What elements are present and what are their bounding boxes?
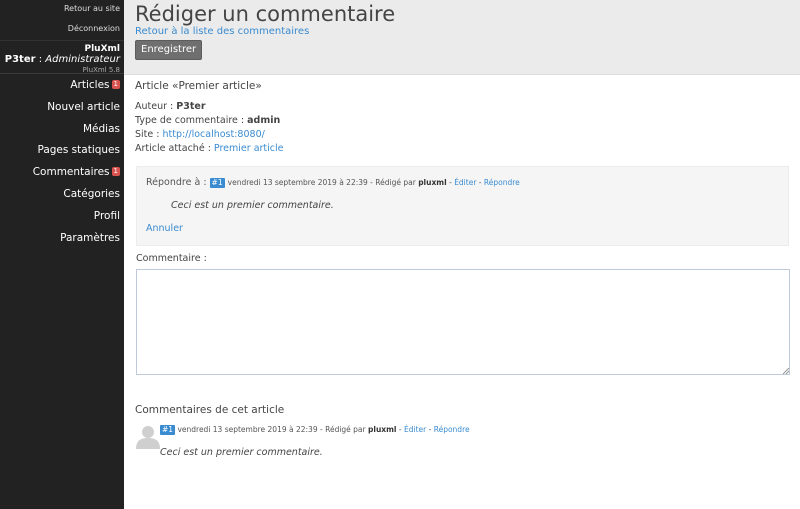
reply-label: Répondre à : (146, 177, 210, 188)
sidebar: Retour au site Déconnexion PluXml P3ter … (0, 0, 124, 509)
attached-label: Article attaché : (135, 143, 214, 154)
written-by-label: - Rédigé par (367, 178, 419, 187)
written-by-label: - Rédigé par (317, 425, 368, 434)
comment-textarea[interactable] (136, 269, 790, 375)
comment-field-label: Commentaire : (136, 253, 207, 264)
sidebar-item-static-pages[interactable]: Pages statiques (0, 143, 124, 165)
article-heading: Article «Premier article» (135, 80, 262, 92)
edit-link[interactable]: Éditer (454, 178, 476, 187)
reply-to-box: Répondre à : #1 vendredi 13 septembre 20… (136, 166, 789, 246)
sidebar-item-label: Profil (93, 209, 120, 222)
reply-meta: vendredi 13 septembre 2019 à 22:39 - Réd… (228, 178, 520, 187)
avatar (135, 423, 161, 449)
reply-comment-text: Ceci est un premier commentaire. (171, 200, 334, 211)
sidebar-item-label: Commentaires (32, 166, 110, 179)
comment-text: Ceci est un premier commentaire. (160, 447, 323, 458)
site-label: Site : (135, 129, 163, 140)
comment-author: pluxml (368, 425, 397, 434)
page-header: Rédiger un commentaire Retour à la liste… (124, 0, 800, 75)
articles-count-badge: 1 (111, 80, 120, 89)
main-content: Article «Premier article» Auteur : P3ter… (124, 76, 800, 509)
sidebar-item-settings[interactable]: Paramètres (0, 231, 124, 253)
author-label: Auteur : (135, 101, 177, 112)
comment-number-badge[interactable]: #1 (209, 178, 225, 188)
sidebar-item-categories[interactable]: Catégories (0, 187, 124, 209)
attached-article-link[interactable]: Premier article (214, 143, 284, 154)
page-title: Rédiger un commentaire (135, 2, 396, 26)
site-line: Site : http://localhost:8080/ (135, 128, 284, 142)
type-value: admin (247, 115, 281, 126)
sidebar-item-profile[interactable]: Profil (0, 209, 124, 231)
separator: - (476, 178, 484, 187)
back-to-comments-link[interactable]: Retour à la liste des commentaires (135, 26, 309, 37)
user-separator: : (35, 54, 46, 65)
sidebar-nav: Articles 1 Nouvel article Médias Pages st… (0, 78, 124, 252)
author-line: Auteur : P3ter (135, 100, 284, 114)
sidebar-item-label: Nouvel article (47, 100, 120, 113)
back-to-site-link[interactable]: Retour au site (0, 3, 124, 23)
comment-date: vendredi 13 septembre 2019 à 22:39 (227, 178, 368, 187)
reply-link[interactable]: Répondre (484, 178, 520, 187)
user-line: P3ter : Administrateur (4, 54, 120, 65)
sidebar-item-comments[interactable]: Commentaires 1 (0, 165, 124, 187)
sidebar-item-label: Pages statiques (37, 144, 120, 157)
profile-block: PluXml P3ter : Administrateur PluXml 5.8 (0, 40, 124, 74)
comment-number-badge[interactable]: #1 (160, 425, 176, 435)
author-value: P3ter (176, 101, 206, 112)
user-name: P3ter (4, 54, 36, 65)
app-version: PluXml 5.8 (82, 66, 120, 74)
user-role: Administrateur (45, 54, 120, 65)
reply-link[interactable]: Répondre (434, 425, 470, 434)
edit-link[interactable]: Éditer (404, 425, 426, 434)
comments-count-badge: 1 (111, 167, 120, 177)
reply-header: Répondre à : #1 vendredi 13 septembre 20… (146, 177, 520, 188)
comment-date: vendredi 13 septembre 2019 à 22:39 (177, 425, 318, 434)
sidebar-item-label: Catégories (63, 187, 120, 200)
comment-meta: #1 vendredi 13 septembre 2019 à 22:39 - … (160, 425, 470, 435)
list-item: #1 vendredi 13 septembre 2019 à 22:39 - … (135, 421, 775, 465)
type-label: Type de commentaire : (135, 115, 248, 126)
type-line: Type de commentaire : admin (135, 114, 284, 128)
top-links: Retour au site Déconnexion (0, 0, 124, 43)
comment-author: pluxml (418, 178, 447, 187)
app-name: PluXml (84, 44, 121, 54)
attached-article-line: Article attaché : Premier article (135, 142, 284, 156)
resize-handle[interactable] (783, 368, 789, 374)
sidebar-item-label: Paramètres (60, 231, 120, 244)
separator: - (396, 425, 404, 434)
separator: - (426, 425, 434, 434)
comment-meta-info: Auteur : P3ter Type de commentaire : adm… (135, 100, 284, 156)
sidebar-item-label: Articles (70, 79, 110, 91)
sidebar-item-label: Médias (82, 122, 120, 135)
user-silhouette-icon (136, 426, 160, 449)
cancel-reply-link[interactable]: Annuler (146, 223, 183, 234)
sidebar-item-media[interactable]: Médias (0, 122, 124, 144)
save-button[interactable]: Enregistrer (135, 40, 203, 60)
site-link[interactable]: http://localhost:8080/ (162, 129, 264, 140)
sidebar-item-articles[interactable]: Articles 1 (0, 78, 124, 100)
comments-section-title: Commentaires de cet article (135, 404, 285, 416)
sidebar-item-new-article[interactable]: Nouvel article (0, 100, 124, 122)
